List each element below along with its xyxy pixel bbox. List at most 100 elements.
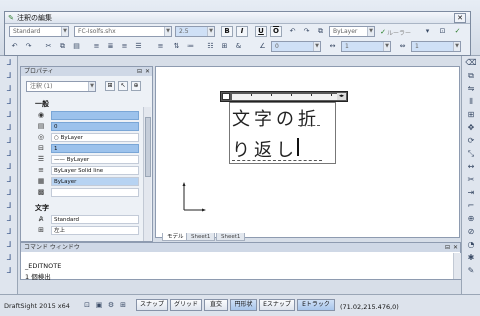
numbering-icon[interactable]: ≔ [185,41,196,52]
dimension-tool-icon[interactable]: ⅃ [2,226,16,238]
erase-icon[interactable]: ⌫ [464,57,478,69]
align-left-icon[interactable]: ≡ [91,41,102,52]
settings-icon[interactable]: ⚙ [106,300,116,310]
pin-icon[interactable]: ⊟ [137,67,142,76]
ok-icon[interactable]: ✓ [452,26,463,37]
property-value[interactable]: —— ByLayer [51,155,139,164]
redo-icon[interactable]: ↷ [301,26,312,37]
move-icon[interactable]: ✥ [464,122,478,134]
italic-button[interactable]: I [236,26,248,37]
stack-icon[interactable]: ⧉ [315,26,326,37]
insert-field-icon[interactable]: ⊞ [219,41,230,52]
stretch-icon[interactable]: ↔ [464,161,478,173]
tab-sheet2[interactable]: Sheet1 [216,233,246,241]
esnap-toggle[interactable]: Eスナップ [259,299,295,311]
fillet-icon[interactable]: ◔ [464,239,478,251]
oblique-input[interactable]: 0 ▼ [271,41,321,52]
explode-icon[interactable]: ✱ [464,252,478,264]
height-input[interactable]: 2.5 ▼ [175,26,215,37]
region-tool-icon[interactable]: ⅃ [2,252,16,264]
scale-icon[interactable]: ⤡ [464,148,478,160]
options-icon[interactable]: ⊡ [437,26,448,37]
tracking-input[interactable]: 1 ▼ [341,41,391,52]
polygon-tool-icon[interactable]: ⅃ [2,122,16,134]
property-row[interactable]: ▦ ByLayer [35,177,153,186]
undo-arrow-icon[interactable]: ↶ [9,41,20,52]
paste-icon[interactable]: ▤ [71,41,82,52]
chamfer-icon[interactable]: ⊘ [464,226,478,238]
property-value[interactable]: 1 [51,144,139,153]
property-value[interactable] [51,188,139,197]
property-value[interactable] [51,111,139,120]
justify-icon[interactable]: ☰ [133,41,144,52]
property-row[interactable]: ☰ —— ByLayer [35,155,153,164]
close-button[interactable]: ✕ [454,13,466,23]
bullets-icon[interactable]: ☷ [205,41,216,52]
join-icon[interactable]: ⊕ [464,213,478,225]
property-value[interactable]: ByLayer Solid line [51,166,139,175]
property-row[interactable]: ⊟ 1 [35,144,153,153]
arc-tool-icon[interactable]: ⅃ [2,83,16,95]
align-center-icon[interactable]: ≣ [105,41,116,52]
selection-select[interactable]: 注釈 (1) ▼ [26,81,96,92]
text-ruler[interactable]: ◂▸ [220,91,348,102]
note-tool-icon[interactable]: ⅃ [2,213,16,225]
note-text-line-1[interactable]: 文字の折 [232,105,320,131]
layout-icon[interactable]: ⊡ [82,300,92,310]
property-value[interactable]: ○ ByLayer [51,133,139,142]
break-icon[interactable]: ⌐ [464,200,478,212]
tab-model[interactable]: モデル [162,233,189,241]
symbol-icon[interactable]: & [233,41,244,52]
point-tool-icon[interactable]: ⅃ [2,174,16,186]
line-tool-icon[interactable]: ⅃ [2,57,16,69]
edit-icon[interactable]: ✎ [464,265,478,277]
extend-icon[interactable]: ⇥ [464,187,478,199]
font-select[interactable]: FC-Isolfs.shx ▼ [74,26,172,37]
hatch-tool-icon[interactable]: ⅃ [2,161,16,173]
toggle-pickadd-icon[interactable]: ⊕ [131,81,141,91]
dropdown-icon[interactable]: ▾ [422,26,433,37]
rotate-icon[interactable]: ⟳ [464,135,478,147]
polyline-tool-icon[interactable]: ⅃ [2,70,16,82]
cut-icon[interactable]: ✂ [43,41,54,52]
property-row[interactable]: ◎ ○ ByLayer [35,133,153,142]
overline-button[interactable]: O [270,26,282,37]
layer-state-icon[interactable]: ▣ [94,300,104,310]
block-tool-icon[interactable]: ⅃ [2,187,16,199]
polar-toggle[interactable]: 円形状 [230,299,257,311]
table-tool-icon[interactable]: ⅃ [2,200,16,212]
bold-button[interactable]: B [221,26,233,37]
ruler-toggle-label[interactable]: ルーラー [387,28,411,37]
style-select[interactable]: Standard ▼ [9,26,69,37]
note-text-box[interactable]: 文字の折 り返し [229,102,336,164]
scroll-thumb[interactable] [145,117,151,177]
property-value[interactable]: 左上 [51,226,139,235]
resize-handle-icon[interactable]: ◂▸ [337,93,346,100]
property-row[interactable]: ⊞ 左上 [35,226,153,235]
oblique-icon[interactable]: ∠ [257,41,268,52]
paragraph-icon[interactable]: ≡ [155,41,166,52]
width-factor-icon[interactable]: ⇔ [397,41,408,52]
circle-tool-icon[interactable]: ⅃ [2,96,16,108]
property-value[interactable]: ByLayer [51,177,139,186]
spline-tool-icon[interactable]: ⅃ [2,148,16,160]
undo-icon[interactable]: ↶ [287,26,298,37]
property-value[interactable]: Standard [51,215,139,224]
rectangle-tool-icon[interactable]: ⅃ [2,109,16,121]
redo-arrow-icon[interactable]: ↷ [23,41,34,52]
trim-icon[interactable]: ✂ [464,174,478,186]
offset-icon[interactable]: ⫴ [464,96,478,108]
ortho-toggle[interactable]: 直交 [204,299,228,311]
etrack-toggle[interactable]: Eトラック [297,299,335,311]
property-row[interactable]: ≡ ByLayer Solid line [35,166,153,175]
close-icon[interactable]: ✕ [145,67,150,76]
properties-scrollbar[interactable] [143,107,151,241]
underline-button[interactable]: U [255,26,267,37]
cloud-tool-icon[interactable]: ⅃ [2,265,16,277]
property-row[interactable]: ▤ 0 [35,122,153,131]
ruler-track[interactable] [232,94,340,100]
annotation-icon[interactable]: ⊞ [118,300,128,310]
indent-marker[interactable] [222,93,230,100]
width-factor-input[interactable]: 1 ▼ [411,41,461,52]
select-objects-icon[interactable]: ↖ [118,81,128,91]
